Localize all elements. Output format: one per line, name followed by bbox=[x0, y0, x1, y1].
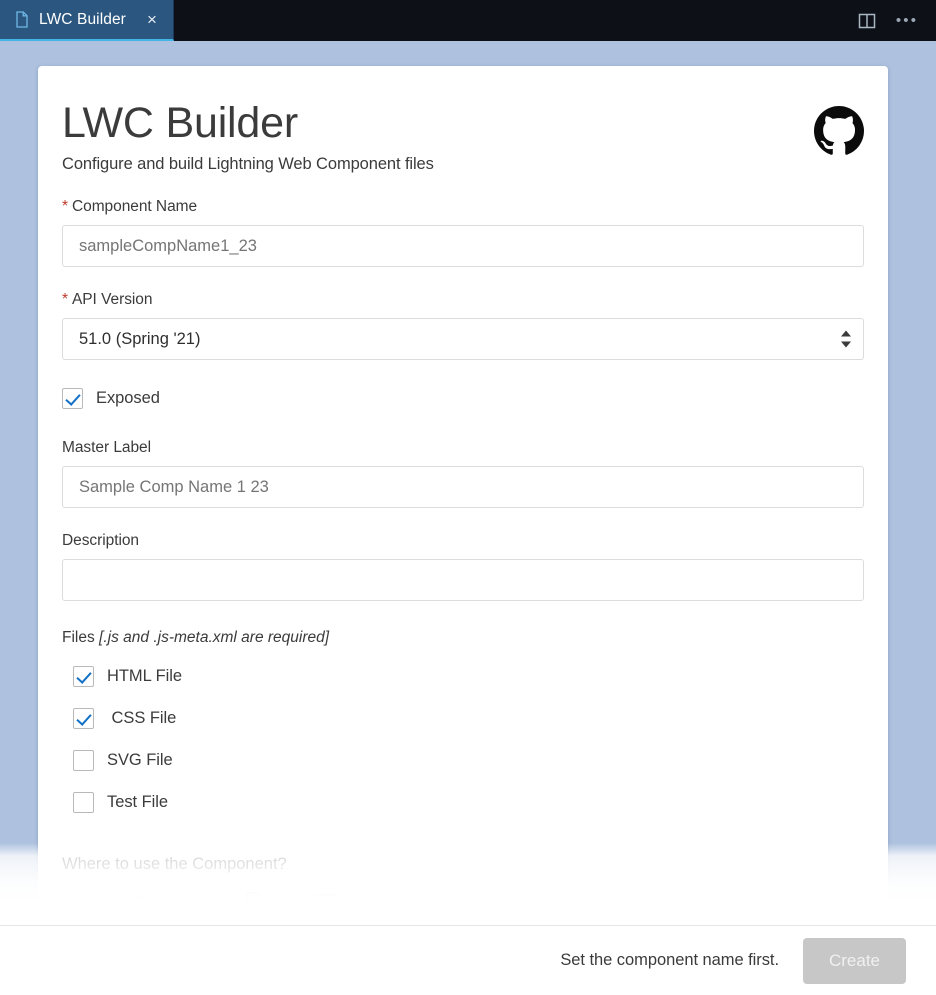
page-title: LWC Builder bbox=[62, 99, 298, 147]
editor-tab-lwc-builder[interactable]: LWC Builder × bbox=[0, 0, 174, 41]
api-version-select-wrap bbox=[62, 318, 864, 361]
card-content: LWC Builder Configure and build Lightnin… bbox=[38, 66, 888, 966]
file-option-test[interactable]: Test File bbox=[73, 781, 864, 823]
apppage-checkbox[interactable] bbox=[73, 892, 94, 914]
svg-file-label: SVG File bbox=[107, 750, 173, 769]
html-file-label: HTML File bbox=[107, 666, 183, 685]
close-icon[interactable]: × bbox=[143, 11, 161, 28]
more-actions-icon[interactable]: ••• bbox=[892, 6, 922, 36]
split-editor-icon[interactable] bbox=[852, 6, 882, 36]
page-subtitle: Configure and build Lightning Web Compon… bbox=[62, 155, 434, 174]
master-label-label: Master Label bbox=[62, 439, 152, 457]
file-option-html[interactable]: HTML File bbox=[73, 655, 864, 697]
description-field: Description bbox=[62, 532, 864, 602]
api-version-field: * API Version bbox=[62, 291, 864, 361]
css-file-label: CSS File bbox=[107, 708, 177, 727]
test-file-checkbox[interactable] bbox=[73, 791, 94, 813]
component-name-field: * Component Name bbox=[62, 198, 864, 268]
apppage-label: AppPage bbox=[107, 893, 175, 912]
svg-file-checkbox[interactable] bbox=[73, 749, 94, 771]
file-option-css[interactable]: CSS File bbox=[73, 697, 864, 739]
master-label-input[interactable] bbox=[62, 466, 864, 509]
webview-body: LWC Builder Configure and build Lightnin… bbox=[0, 41, 936, 995]
exposed-checkbox[interactable] bbox=[62, 387, 83, 409]
exposed-checkbox-row[interactable]: Exposed bbox=[62, 381, 864, 415]
master-label-field: Master Label bbox=[62, 439, 864, 509]
component-name-label-text: Component Name bbox=[71, 198, 198, 216]
description-input[interactable] bbox=[62, 559, 864, 602]
apppage-phone-checkbox[interactable] bbox=[211, 892, 232, 914]
file-option-svg[interactable]: SVG File bbox=[73, 739, 864, 781]
editor-tab-bar: LWC Builder × ••• bbox=[0, 0, 936, 41]
api-version-label: * API Version bbox=[62, 291, 864, 309]
required-marker: * bbox=[62, 198, 68, 216]
vertical-scrollbar[interactable] bbox=[918, 41, 936, 995]
files-hint: [.js and .js-meta.xml are required] bbox=[99, 629, 330, 647]
test-file-label: Test File bbox=[107, 792, 168, 811]
footer-status-message: Set the component name first. bbox=[560, 951, 779, 969]
required-marker: * bbox=[62, 291, 68, 309]
lwc-builder-card: LWC Builder Configure and build Lightnin… bbox=[38, 66, 888, 966]
chevron-down-icon[interactable] bbox=[841, 341, 851, 348]
api-version-stepper[interactable] bbox=[841, 330, 851, 348]
github-icon[interactable] bbox=[814, 106, 864, 156]
html-file-checkbox[interactable] bbox=[73, 665, 94, 687]
apppage-device-phone[interactable] bbox=[211, 891, 263, 915]
file-icon bbox=[16, 11, 28, 28]
editor-tab-title: LWC Builder bbox=[39, 10, 126, 28]
apppage-desktop-checkbox[interactable] bbox=[280, 892, 301, 914]
desktop-icon bbox=[313, 894, 337, 911]
chevron-up-icon[interactable] bbox=[841, 330, 851, 337]
where-to-use-row-apppage[interactable]: AppPage bbox=[73, 882, 864, 924]
exposed-label: Exposed bbox=[96, 388, 160, 407]
page-header: LWC Builder Configure and build Lightnin… bbox=[62, 100, 864, 174]
files-section-label: Files [.js and .js-meta.xml are required… bbox=[62, 629, 864, 647]
api-version-label-text: API Version bbox=[71, 291, 153, 309]
ellipsis-glyph: ••• bbox=[895, 12, 919, 29]
component-name-label: * Component Name bbox=[62, 198, 864, 216]
css-file-checkbox[interactable] bbox=[73, 707, 94, 729]
where-to-use-label: Where to use the Component? bbox=[62, 855, 287, 874]
files-label-text: Files bbox=[62, 629, 95, 647]
create-button[interactable]: Create bbox=[803, 937, 906, 984]
api-version-input[interactable] bbox=[62, 318, 864, 361]
phone-icon bbox=[246, 892, 260, 914]
component-name-input[interactable] bbox=[62, 225, 864, 268]
apppage-device-desktop[interactable] bbox=[280, 892, 338, 914]
footer-action-bar: Set the component name first. Create bbox=[0, 925, 936, 995]
files-checkbox-list: HTML File CSS File SVG File Test File bbox=[73, 655, 864, 823]
description-label: Description bbox=[62, 532, 139, 550]
editor-tab-actions: ••• bbox=[852, 0, 936, 41]
